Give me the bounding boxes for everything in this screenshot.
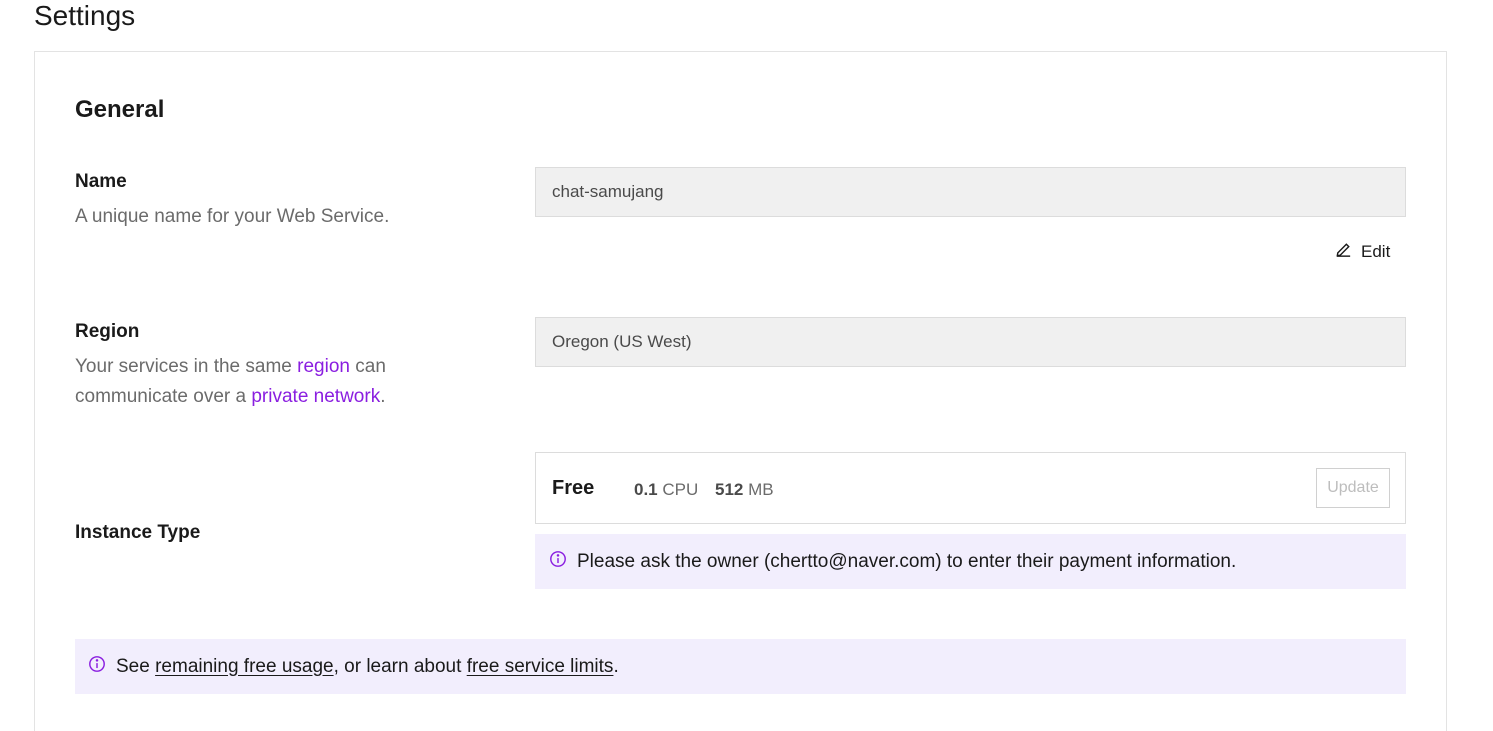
section-title: General [75, 96, 165, 123]
private-network-link[interactable]: private network [251, 386, 380, 407]
free-usage-text: See remaining free usage, or learn about… [116, 656, 619, 678]
cpu-value: 0.1 [634, 480, 658, 499]
region-label: Region [75, 321, 140, 342]
info-circle-icon [549, 550, 577, 574]
free-usage-middle: , or learn about [333, 655, 467, 677]
name-value: chat-samujang [552, 182, 664, 201]
region-desc-text-3: . [380, 386, 386, 407]
cpu-spec: 0.1 CPU [634, 480, 698, 500]
region-desc-text-1: Your services in the same [75, 356, 298, 377]
instance-type-box: Free 0.1 CPU 512 MB Update [535, 452, 1406, 524]
general-settings-card: General Name A unique name for your Web … [34, 51, 1447, 731]
memory-spec: 512 MB [715, 480, 774, 500]
edit-label: Edit [1361, 242, 1391, 261]
region-description: Your services in the same region can com… [75, 352, 435, 412]
free-usage-notice: See remaining free usage, or learn about… [75, 639, 1406, 694]
name-description: A unique name for your Web Service. [75, 206, 390, 227]
free-service-limits-link[interactable]: free service limits [467, 656, 614, 677]
free-usage-suffix: . [613, 655, 619, 677]
update-button[interactable]: Update [1316, 468, 1390, 508]
info-circle-icon [88, 655, 116, 679]
region-field: Oregon (US West) [535, 317, 1406, 367]
instance-type-label: Instance Type [75, 522, 201, 543]
edit-name-button[interactable]: Edit [1334, 240, 1390, 264]
memory-value: 512 [715, 480, 744, 499]
region-value: Oregon (US West) [552, 332, 692, 351]
pencil-icon [1334, 240, 1353, 264]
region-link[interactable]: region [297, 356, 350, 377]
payment-notice-text: Please ask the owner (chertto@naver.com)… [577, 550, 1237, 572]
payment-notice: Please ask the owner (chertto@naver.com)… [535, 534, 1406, 589]
name-field: chat-samujang [535, 167, 1406, 217]
free-usage-prefix: See [116, 655, 156, 677]
memory-unit: MB [748, 480, 774, 499]
remaining-free-usage-link[interactable]: remaining free usage [155, 656, 334, 677]
page-title: Settings [34, 0, 136, 31]
cpu-unit: CPU [662, 480, 699, 499]
instance-plan-name: Free [552, 477, 595, 499]
name-label: Name [75, 171, 127, 192]
